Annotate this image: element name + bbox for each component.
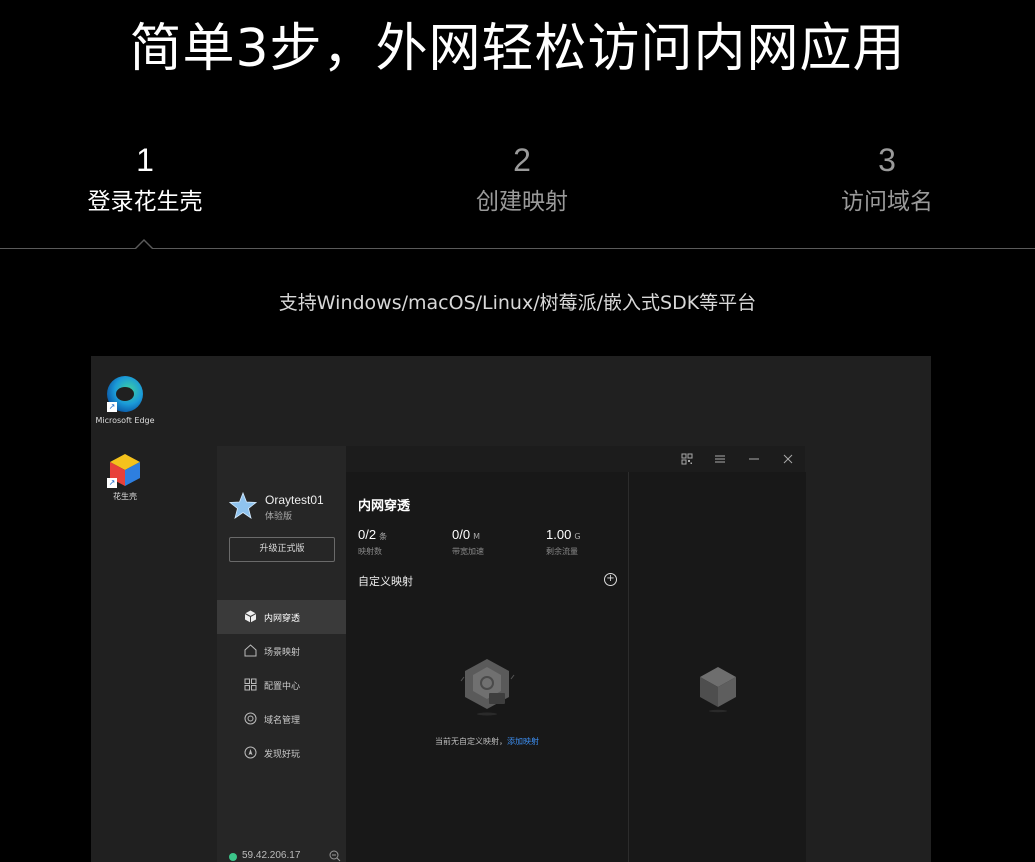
stat-traffic: 1.00 G 剩余流量 bbox=[546, 524, 581, 557]
user-name: Oraytest01 bbox=[265, 493, 324, 507]
platforms-subtitle: 支持Windows/macOS/Linux/树莓派/嵌入式SDK等平台 bbox=[278, 292, 757, 314]
empty-message: 当前无自定义映射， bbox=[435, 737, 507, 746]
add-mapping-button[interactable]: + bbox=[604, 573, 617, 586]
public-ip-status: 59.42.206.17 bbox=[229, 850, 341, 862]
empty-box-icon bbox=[460, 659, 515, 716]
stat-label: 带宽加速 bbox=[452, 547, 484, 556]
stat-value: 0/2 bbox=[358, 527, 377, 542]
stat-value: 0/0 bbox=[452, 527, 471, 542]
sidebar-item-label: 发现好玩 bbox=[264, 750, 301, 760]
star-avatar-icon bbox=[229, 492, 257, 519]
sidebar-item-label: 场景映射 bbox=[264, 648, 301, 658]
close-icon[interactable] bbox=[782, 453, 794, 465]
intranet-panel: 内网穿透 0/2 条 映射数 0/0 M 带宽加速 1.00 G 剩余流量 自定义映射… bbox=[346, 472, 628, 862]
menu-icon[interactable] bbox=[714, 453, 726, 465]
desktop-icon-label: Microsoft Edge bbox=[95, 416, 155, 425]
cube-icon bbox=[244, 610, 257, 623]
step-number: 3 bbox=[878, 142, 896, 178]
oray-cube-icon: ↗ bbox=[107, 452, 143, 488]
shortcut-arrow-icon: ↗ bbox=[107, 478, 117, 488]
desktop-icon-label: 花生壳 bbox=[113, 492, 137, 501]
sidebar-item-label: 内网穿透 bbox=[264, 614, 301, 624]
stat-label: 映射数 bbox=[358, 547, 382, 556]
detail-panel bbox=[628, 472, 806, 862]
stat-value: 1.00 bbox=[546, 527, 572, 542]
grid-icon bbox=[244, 678, 257, 691]
window-titlebar bbox=[346, 446, 805, 472]
stat-bandwidth: 0/0 M 带宽加速 bbox=[452, 524, 484, 557]
stat-unit: 条 bbox=[379, 532, 388, 541]
stat-label: 剩余流量 bbox=[546, 547, 578, 556]
stat-unit: M bbox=[473, 532, 480, 541]
sidebar-item-intranet[interactable]: 内网穿透 bbox=[217, 600, 346, 634]
stat-unit: G bbox=[574, 532, 581, 541]
add-mapping-link[interactable]: 添加映射 bbox=[507, 737, 539, 746]
steps-tabs: 1 登录花生壳 2 创建映射 3 访问域名 bbox=[0, 138, 1035, 250]
sidebar-item-domain[interactable]: 域名管理 bbox=[217, 702, 346, 736]
step-tab-1[interactable]: 1 登录花生壳 bbox=[35, 138, 255, 220]
edge-icon: ↗ bbox=[107, 376, 143, 412]
step-number: 1 bbox=[136, 142, 154, 178]
hero-title: 简单3步，外网轻松访问内网应用 bbox=[129, 19, 906, 79]
step-tab-3[interactable]: 3 访问域名 bbox=[777, 138, 997, 220]
sidebar-item-label: 域名管理 bbox=[264, 716, 301, 726]
oray-app-window: Oraytest01 体验版 升级正式版 内网穿透 场景映射 配置中心 域名管理… bbox=[217, 446, 806, 862]
custom-mapping-title: 自定义映射 bbox=[358, 575, 413, 588]
step-label: 创建映射 bbox=[476, 189, 568, 215]
qr-code-icon[interactable] bbox=[681, 453, 693, 465]
upgrade-button[interactable]: 升级正式版 bbox=[229, 537, 335, 562]
public-ip: 59.42.206.17 bbox=[242, 850, 301, 861]
empty-state-text: 当前无自定义映射，添加映射 bbox=[346, 736, 628, 747]
stat-mappings: 0/2 条 映射数 bbox=[358, 524, 387, 557]
zoom-out-icon[interactable] bbox=[329, 850, 341, 862]
user-profile[interactable]: Oraytest01 体验版 bbox=[229, 492, 344, 522]
app-sidebar: Oraytest01 体验版 升级正式版 内网穿透 场景映射 配置中心 域名管理… bbox=[217, 446, 346, 862]
sidebar-item-config[interactable]: 配置中心 bbox=[217, 668, 346, 702]
step-label: 访问域名 bbox=[841, 189, 933, 215]
status-dot bbox=[229, 853, 237, 861]
desktop-shortcut-oray[interactable]: ↗ 花生壳 bbox=[95, 452, 155, 502]
user-plan: 体验版 bbox=[265, 512, 293, 522]
house-icon bbox=[244, 644, 257, 657]
sidebar-item-label: 配置中心 bbox=[264, 682, 301, 692]
globe-icon bbox=[244, 712, 257, 725]
compass-icon bbox=[244, 746, 257, 759]
steps-divider bbox=[0, 248, 1035, 249]
sidebar-item-scene[interactable]: 场景映射 bbox=[217, 634, 346, 668]
step-label: 登录花生壳 bbox=[87, 189, 203, 215]
desktop-shortcut-edge[interactable]: ↗ Microsoft Edge bbox=[95, 376, 155, 426]
sidebar-item-discover[interactable]: 发现好玩 bbox=[217, 736, 346, 770]
desktop-screenshot: ↗ Microsoft Edge ↗ 花生壳 Oraytest01 体验版 升级… bbox=[91, 356, 931, 862]
minimize-icon[interactable] bbox=[748, 453, 760, 465]
step-number: 2 bbox=[513, 142, 531, 178]
sidebar-nav: 内网穿透 场景映射 配置中心 域名管理 发现好玩 bbox=[217, 600, 346, 770]
shortcut-arrow-icon: ↗ bbox=[107, 402, 117, 412]
step-tab-2[interactable]: 2 创建映射 bbox=[412, 138, 632, 220]
panel-title: 内网穿透 bbox=[358, 499, 411, 514]
cube-placeholder-icon bbox=[700, 667, 736, 713]
